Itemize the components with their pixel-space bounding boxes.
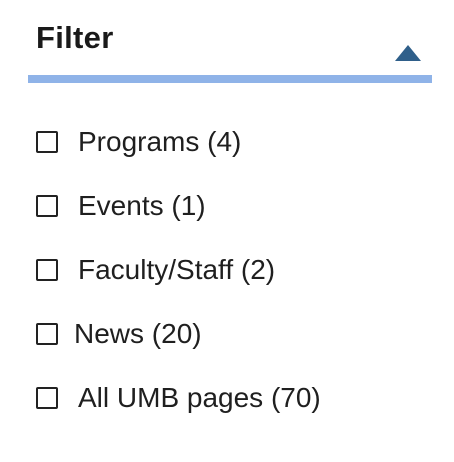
filter-option-label: Faculty/Staff (2) xyxy=(78,254,276,285)
filter-option-events[interactable]: Events (1) xyxy=(36,174,321,238)
filter-option-news[interactable]: News (20) xyxy=(36,302,321,366)
filter-option-all-umb-pages[interactable]: All UMB pages (70) xyxy=(36,366,321,430)
news-checkbox[interactable] xyxy=(36,323,58,345)
faculty-staff-checkbox[interactable] xyxy=(36,259,58,281)
filter-divider xyxy=(28,75,432,83)
filter-title: Filter xyxy=(36,20,114,55)
filter-option-label: News (20) xyxy=(74,318,202,349)
events-checkbox[interactable] xyxy=(36,195,58,217)
programs-checkbox[interactable] xyxy=(36,131,58,153)
collapse-triangle-icon[interactable] xyxy=(394,44,422,62)
filter-option-label: Events (1) xyxy=(78,190,206,221)
filter-options-list: Programs (4) Events (1) Faculty/Staff (2… xyxy=(36,110,321,430)
filter-option-faculty-staff[interactable]: Faculty/Staff (2) xyxy=(36,238,321,302)
filter-option-label: All UMB pages (70) xyxy=(78,382,321,413)
filter-toggle[interactable]: Filter xyxy=(28,14,432,84)
filter-option-programs[interactable]: Programs (4) xyxy=(36,110,321,174)
all-umb-pages-checkbox[interactable] xyxy=(36,387,58,409)
filter-option-label: Programs (4) xyxy=(78,126,242,157)
